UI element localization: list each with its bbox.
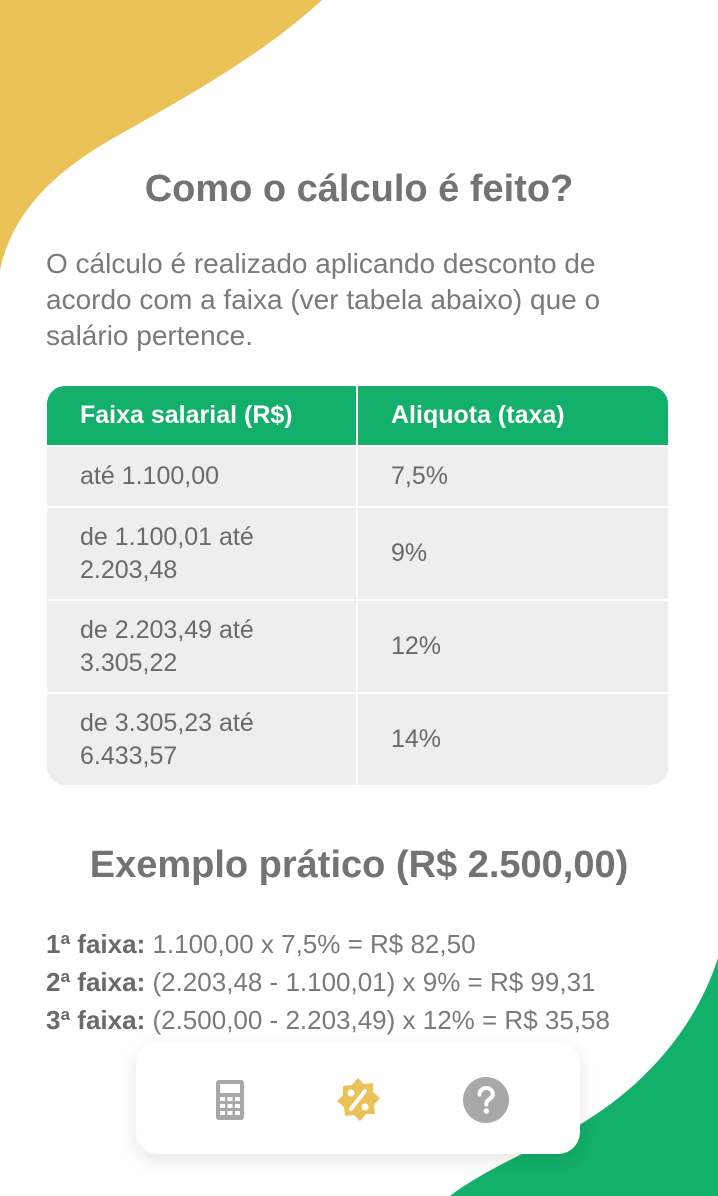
help-circle-icon (463, 1077, 509, 1123)
example-line-label: 3ª faixa: (46, 1005, 146, 1035)
example-calculations: 1ª faixa: 1.100,00 x 7,5% = R$ 82,50 2ª … (46, 925, 706, 1039)
example-line-text: (2.500,00 - 2.203,49) x 12% = R$ 35,58 (152, 1005, 610, 1035)
rate-cell: 12% (357, 599, 668, 693)
column-header-salary-range: Faixa salarial (R$) (47, 386, 358, 446)
yellow-wave-shape (0, 0, 322, 270)
salary-range-cell: de 3.305,23 até 6.433,57 (47, 692, 358, 785)
example-line-text: 1.100,00 x 7,5% = R$ 82,50 (152, 929, 476, 959)
calculation-description: O cálculo é realizado aplicando desconto… (46, 248, 601, 351)
example-line-text: (2.203,48 - 1.100,01) x 9% = R$ 99,31 (152, 967, 596, 997)
calculator-icon (216, 1080, 244, 1120)
rate-cell: 7,5% (357, 445, 668, 507)
table-header-row: Faixa salarial (R$) Aliquota (taxa) (47, 386, 668, 446)
page-title: Como o cálculo é feito? (144, 168, 574, 210)
example-line: 1ª faixa: 1.100,00 x 7,5% = R$ 82,50 (46, 925, 706, 963)
salary-range-cell: até 1.100,00 (47, 445, 358, 507)
table-row: até 1.100,00 7,5% (47, 445, 668, 507)
example-line: 2ª faixa: (2.203,48 - 1.100,01) x 9% = R… (46, 963, 706, 1001)
column-header-rate: Aliquota (taxa) (357, 386, 668, 446)
salary-range-cell: de 2.203,49 até 3.305,22 (47, 599, 358, 693)
bottom-navigation (136, 1042, 580, 1154)
tax-table-nav-button[interactable] (334, 1076, 382, 1124)
salary-range-cell: de 1.100,01 até 2.203,48 (47, 506, 358, 600)
help-nav-button[interactable] (462, 1076, 510, 1124)
example-line-label: 2ª faixa: (46, 967, 146, 997)
rate-cell: 9% (357, 506, 668, 600)
example-line: 3ª faixa: (2.500,00 - 2.203,49) x 12% = … (46, 1001, 706, 1039)
example-line-label: 1ª faixa: (46, 929, 146, 959)
table-row: de 2.203,49 até 3.305,22 12% (47, 599, 668, 693)
table-row: de 1.100,01 até 2.203,48 9% (47, 506, 668, 600)
calculator-nav-button[interactable] (206, 1076, 254, 1124)
example-title: Exemplo prático (R$ 2.500,00) (89, 844, 629, 886)
rate-cell: 14% (357, 692, 668, 785)
tax-bracket-table: Faixa salarial (R$) Aliquota (taxa) até … (47, 386, 668, 785)
percent-badge-icon (337, 1078, 380, 1121)
table-row: de 3.305,23 até 6.433,57 14% (47, 692, 668, 785)
